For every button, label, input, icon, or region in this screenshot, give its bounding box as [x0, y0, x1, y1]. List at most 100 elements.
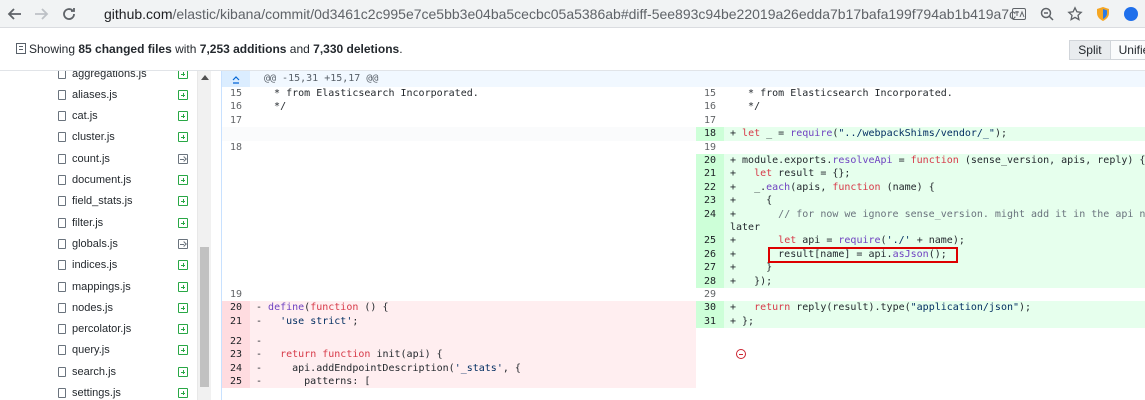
- line-number[interactable]: 22: [222, 334, 250, 349]
- file-icon: [58, 345, 66, 356]
- line-number[interactable]: 18: [696, 127, 724, 141]
- file-tree-item[interactable]: cat.js: [58, 106, 188, 127]
- back-button[interactable]: [4, 3, 26, 25]
- line-number[interactable]: 29: [696, 288, 724, 302]
- file-name: aliases.js: [72, 88, 118, 101]
- file-name: aggregations.js: [72, 71, 147, 80]
- line-number[interactable]: 25: [696, 234, 724, 248]
- expand-up-icon: [232, 76, 240, 84]
- file-name: document.js: [72, 174, 132, 186]
- unified-view-button[interactable]: Unified: [1110, 40, 1145, 60]
- file-tree-item[interactable]: indices.js: [58, 255, 188, 276]
- line-number[interactable]: 25: [222, 375, 250, 389]
- forward-button[interactable]: [30, 3, 52, 25]
- file-tree-item[interactable]: aliases.js: [58, 84, 188, 105]
- file-tree-item[interactable]: document.js: [58, 170, 188, 191]
- line-number[interactable]: 15: [222, 87, 250, 101]
- line-number[interactable]: 16: [696, 100, 724, 114]
- file-tree-item[interactable]: field_stats.js: [58, 191, 188, 212]
- file-tree-scrollbar[interactable]: [197, 71, 211, 400]
- line-number[interactable]: 17: [696, 113, 724, 128]
- file-added-icon: [178, 132, 188, 143]
- line-number[interactable]: 20: [696, 154, 724, 168]
- line-number[interactable]: 19: [696, 140, 724, 154]
- diff-line-right: 30 + return reply(result).type("applicati…: [696, 301, 1145, 315]
- file-name: cat.js: [72, 110, 98, 123]
- profile-button[interactable]: [1117, 3, 1145, 25]
- file-added-icon: [178, 175, 188, 185]
- file-added-icon: [178, 366, 188, 377]
- file-name: settings.js: [72, 387, 121, 399]
- line-number[interactable]: 21: [696, 167, 724, 181]
- file-tree-item[interactable]: search.js: [58, 361, 188, 382]
- line-number[interactable]: 21: [222, 314, 250, 335]
- code-line: - 'use strict';: [256, 315, 359, 327]
- line-number[interactable]: 15: [696, 87, 724, 101]
- file-icon: [58, 366, 66, 377]
- line-number[interactable]: 27: [696, 261, 724, 275]
- view-mode-toggle: Split Unified: [1069, 40, 1145, 60]
- highlight-annotation-box: [768, 247, 958, 263]
- code-line: + let _ = require("../webpackShims/vendo…: [730, 128, 1007, 140]
- expand-up-button[interactable]: [222, 71, 250, 87]
- diff-line-left: 18: [222, 140, 696, 288]
- line-number[interactable]: 24: [696, 207, 724, 221]
- line-number[interactable]: 17: [222, 113, 250, 128]
- file-icon: [58, 71, 66, 79]
- file-icon: [58, 196, 66, 207]
- scroll-thumb[interactable]: [200, 247, 209, 387]
- diff-line-left: 16 */: [222, 100, 696, 114]
- diff-summary: Showing 85 changed files with 7,253 addi…: [16, 42, 403, 56]
- extension-button[interactable]: [1089, 3, 1117, 25]
- diff-line-right: 27 + }: [696, 261, 1145, 275]
- file-name: cluster.js: [72, 131, 115, 144]
- file-tree-item[interactable]: cluster.js: [58, 127, 188, 148]
- diff-line-right: 17: [696, 113, 1145, 128]
- line-number[interactable]: 22: [696, 180, 724, 195]
- translate-button[interactable]: [1005, 3, 1033, 25]
- file-tree-item[interactable]: filter.js: [58, 212, 188, 233]
- file-tree-item[interactable]: settings.js: [58, 383, 188, 400]
- files-changed-count[interactable]: 85 changed files: [78, 42, 171, 56]
- line-number[interactable]: 23: [222, 348, 250, 362]
- file-tree-item[interactable]: mappings.js: [58, 276, 188, 297]
- file-name: nodes.js: [72, 301, 113, 314]
- diff-line-right: 29: [696, 288, 1145, 302]
- address-bar[interactable]: github.com/elastic/kibana/commit/0d3461c…: [96, 4, 1016, 24]
- line-number[interactable]: 26: [696, 247, 724, 262]
- file-tree-item[interactable]: aggregations.js: [58, 71, 188, 84]
- file-icon: [58, 89, 66, 100]
- line-number[interactable]: [696, 221, 724, 235]
- code-line: later: [730, 222, 761, 233]
- file-icon: [58, 111, 66, 122]
- file-tree-item[interactable]: percolator.js: [58, 319, 188, 340]
- line-number[interactable]: 20: [222, 301, 250, 315]
- file-tree-item[interactable]: query.js: [58, 340, 188, 361]
- line-number[interactable]: 23: [696, 194, 724, 208]
- file-added-icon: [178, 345, 188, 356]
- summary-and: and: [286, 42, 314, 56]
- line-number[interactable]: 24: [222, 361, 250, 375]
- file-name: field_stats.js: [72, 195, 133, 208]
- collapse-comment-icon[interactable]: [736, 349, 746, 359]
- line-number[interactable]: 30: [696, 301, 724, 315]
- line-number[interactable]: 31: [696, 314, 724, 329]
- file-tree-item[interactable]: globals.js: [58, 233, 188, 254]
- split-view-button[interactable]: Split: [1069, 40, 1111, 60]
- arrow-left-icon: [7, 8, 21, 20]
- file-tree-toggle-icon[interactable]: [16, 43, 26, 54]
- reload-button[interactable]: [58, 3, 80, 25]
- line-number[interactable]: 19: [222, 288, 250, 302]
- code-line: + // for now we ignore sense_version. mi…: [730, 208, 1145, 220]
- file-tree-item[interactable]: count.js: [58, 148, 188, 169]
- scroll-up-arrow-icon[interactable]: [201, 75, 209, 80]
- file-tree-item[interactable]: nodes.js: [58, 297, 188, 318]
- zoom-button[interactable]: [1033, 3, 1061, 25]
- line-number[interactable]: 28: [696, 274, 724, 288]
- line-number[interactable]: [222, 127, 250, 141]
- line-number[interactable]: 16: [222, 100, 250, 114]
- bookmark-button[interactable]: [1061, 3, 1089, 25]
- line-number[interactable]: 18: [222, 140, 250, 288]
- file-added-icon: [178, 196, 188, 207]
